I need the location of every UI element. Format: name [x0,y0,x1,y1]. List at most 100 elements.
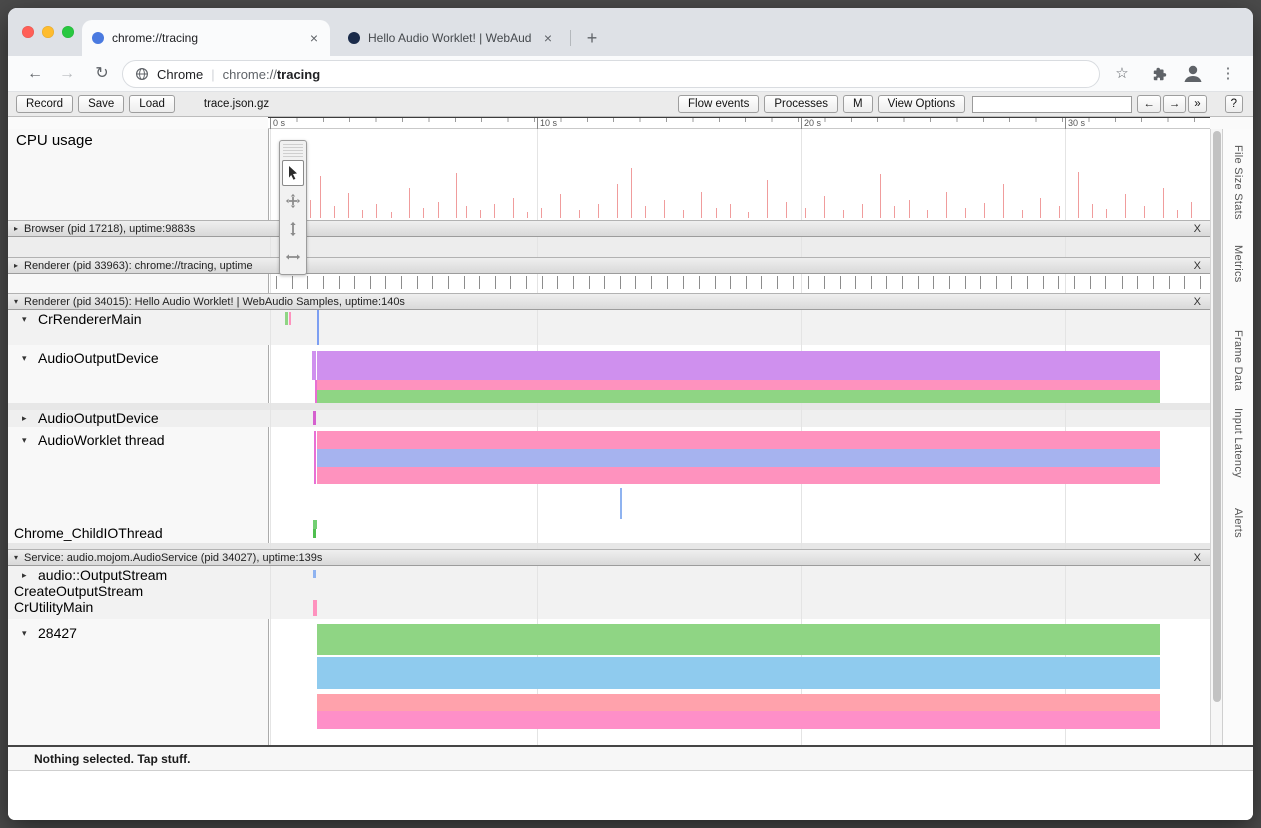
scrollbar-thumb[interactable] [1213,131,1221,702]
slice-tick[interactable] [1011,276,1012,289]
slice-tick[interactable] [292,276,293,289]
trace-slice[interactable] [285,312,288,325]
zoom-window-button[interactable] [62,26,74,38]
help-button[interactable]: ? [1225,95,1243,113]
thread-label[interactable]: Chrome_ChildIOThread [14,525,163,541]
thread-label[interactable]: CreateOutputStream [14,583,143,599]
thread-label[interactable]: CrUtilityMain [14,599,93,615]
slice-tick[interactable] [354,276,355,289]
zoom-tool-button[interactable] [282,216,304,242]
thread-label[interactable]: ▾CrRendererMain [22,311,141,327]
slice-tick[interactable] [1027,276,1028,289]
slice-tick[interactable] [589,276,590,289]
slice-tick[interactable] [1043,276,1044,289]
rail-tab-alerts[interactable]: Alerts [1232,508,1244,538]
slice-tick[interactable] [1153,276,1154,289]
process-header[interactable]: ▸Browser (pid 17218), uptime:9883sX [8,220,1210,237]
slice-tick[interactable] [871,276,872,289]
thread-label[interactable]: ▸AudioOutputDevice [22,410,159,426]
trace-slice[interactable] [317,467,1160,484]
close-track-button[interactable]: X [1191,296,1204,308]
slice-tick[interactable] [604,276,605,289]
trace-slice[interactable] [312,351,316,380]
slice-tick[interactable] [339,276,340,289]
slice-tick[interactable] [557,276,558,289]
slice-tick[interactable] [573,276,574,289]
slice-tick[interactable] [918,276,919,289]
slice-tick[interactable] [542,276,543,289]
slice-tick[interactable] [464,276,465,289]
extensions-icon[interactable] [1152,66,1168,82]
close-track-button[interactable]: X [1191,223,1204,235]
thread-label[interactable]: ▾28427 [22,625,77,641]
slice-tick[interactable] [432,276,433,289]
slice-tick[interactable] [699,276,700,289]
trace-slice[interactable] [317,380,1160,390]
slice-tick[interactable] [307,276,308,289]
trace-slice[interactable] [620,488,622,519]
view-options-button[interactable]: View Options [878,95,966,113]
slice-tick[interactable] [479,276,480,289]
slice-tick[interactable] [840,276,841,289]
slice-tick[interactable] [401,276,402,289]
tab-webaudio[interactable]: Hello Audio Worklet! | WebAud × [338,20,564,56]
slice-tick[interactable] [651,276,652,289]
close-track-button[interactable]: X [1191,552,1204,564]
trace-slice[interactable] [313,529,316,538]
processes-button[interactable]: Processes [764,95,838,113]
slice-tick[interactable] [510,276,511,289]
slice-tick[interactable] [949,276,950,289]
slice-tick[interactable] [902,276,903,289]
new-tab-button[interactable]: + [580,26,604,50]
bookmark-star-icon[interactable]: ☆ [1110,62,1134,86]
find-input[interactable] [972,96,1132,113]
slice-tick[interactable] [683,276,684,289]
slice-tick[interactable] [526,276,527,289]
slice-tick[interactable] [417,276,418,289]
trace-slice[interactable] [314,431,316,484]
find-prev-button[interactable]: ← [1137,95,1161,113]
load-button[interactable]: Load [129,95,175,113]
trace-slice[interactable] [317,310,319,345]
slice-tick[interactable] [448,276,449,289]
slice-tick[interactable] [1169,276,1170,289]
profile-icon[interactable] [1182,63,1204,85]
slice-tick[interactable] [1122,276,1123,289]
slice-tick[interactable] [370,276,371,289]
process-header[interactable]: ▸Renderer (pid 33963): chrome://tracing,… [8,257,1210,274]
slice-tick[interactable] [495,276,496,289]
trace-slice[interactable] [317,657,1160,689]
record-button[interactable]: Record [16,95,73,113]
slice-tick[interactable] [761,276,762,289]
palette-drag-handle[interactable] [283,144,303,157]
forward-button[interactable]: → [55,62,79,86]
slice-tick[interactable] [1137,276,1138,289]
trace-slice[interactable] [313,600,317,616]
tab-tracing[interactable]: chrome://tracing × [82,20,330,56]
slice-tick[interactable] [385,276,386,289]
save-button[interactable]: Save [78,95,124,113]
trace-slice[interactable] [317,711,1160,729]
slice-tick[interactable] [276,276,277,289]
back-button[interactable]: ← [23,62,47,86]
slice-tick[interactable] [1200,276,1201,289]
trace-slice[interactable] [317,449,1160,467]
slice-tick[interactable] [855,276,856,289]
selection-tool-button[interactable] [282,160,304,186]
slice-tick[interactable] [808,276,809,289]
menu-icon[interactable]: ⋮ [1216,62,1240,86]
slice-tick[interactable] [793,276,794,289]
slice-tick[interactable] [620,276,621,289]
trace-slice[interactable] [317,624,1160,655]
vertical-scrollbar[interactable] [1210,129,1222,745]
rail-tab-frame-data[interactable]: Frame Data [1232,330,1244,391]
trace-slice[interactable] [313,520,317,529]
rail-tab-input-latency[interactable]: Input Latency [1232,408,1244,478]
trace-slice[interactable] [317,351,1160,380]
slice-tick[interactable] [730,276,731,289]
close-window-button[interactable] [22,26,34,38]
slice-tick[interactable] [980,276,981,289]
slice-tick[interactable] [1184,276,1185,289]
trace-slice[interactable] [313,411,316,425]
slice-tick[interactable] [824,276,825,289]
